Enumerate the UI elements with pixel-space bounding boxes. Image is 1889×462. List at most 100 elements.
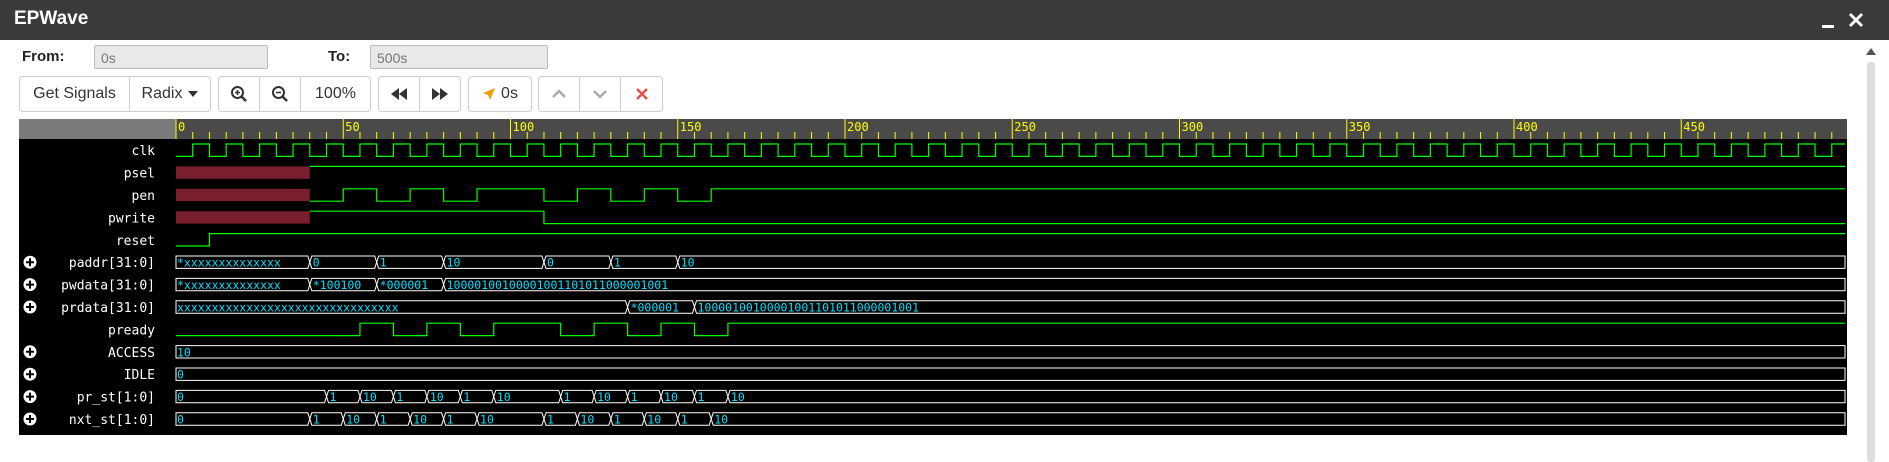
- bus-value: 1: [380, 256, 387, 270]
- to-field[interactable]: 500s: [370, 45, 548, 69]
- from-field[interactable]: 0s: [94, 45, 268, 69]
- signal-name: psel: [124, 167, 155, 182]
- get-signals-button[interactable]: Get Signals: [19, 76, 130, 112]
- scroll-up-icon[interactable]: [1866, 48, 1876, 55]
- bus-segment: [175, 389, 328, 404]
- bus-value: 10: [346, 413, 360, 427]
- signal-name: ACCESS: [108, 346, 155, 361]
- waveform-viewer[interactable]: 0 50 100 150 200 250 300 350 400 450 clk psel pen pwr…: [19, 119, 1847, 435]
- zoom-out-icon: [272, 86, 288, 102]
- expand-signal-icon[interactable]: [23, 367, 37, 381]
- remove-x-icon: [635, 88, 648, 100]
- move-up-button[interactable]: [538, 76, 580, 112]
- ruler-label: 400: [1516, 120, 1538, 134]
- bus-value: *xxxxxxxxxxxxxx: [177, 278, 281, 292]
- bus-value: 1: [463, 390, 470, 404]
- bus-value: 1: [547, 413, 554, 427]
- bus-value: 1: [614, 256, 621, 270]
- ruler-label: 200: [847, 120, 869, 134]
- minimize-icon[interactable]: [1816, 8, 1840, 32]
- bus-value: 10: [430, 390, 444, 404]
- bus-segment: [175, 345, 1846, 359]
- vertical-scrollbar[interactable]: [1866, 42, 1876, 462]
- bus-segment: [376, 255, 445, 269]
- bus-value: 10: [731, 390, 745, 404]
- expand-signal-icon[interactable]: [23, 345, 37, 359]
- bus-value: *xxxxxxxxxxxxxx: [177, 256, 281, 270]
- clk-waveform: [176, 143, 1845, 157]
- cursor-time-button[interactable]: 0s: [468, 76, 532, 112]
- fast-forward-icon: [432, 88, 448, 100]
- pwrite-waveform: [309, 210, 1845, 225]
- bus-value: 10: [177, 345, 191, 359]
- expand-signal-icon[interactable]: [23, 412, 37, 426]
- bus-value: 1: [330, 390, 337, 404]
- ruler-label: 300: [1182, 120, 1204, 134]
- bus-value: *000001: [631, 301, 680, 315]
- bus-value: *100100: [313, 278, 362, 292]
- next-edge-button[interactable]: [419, 76, 461, 112]
- bus-value: 10: [647, 413, 661, 427]
- signal-name: pready: [108, 323, 155, 338]
- signal-name: pr_st[1:0]: [77, 391, 155, 406]
- bus-value: 1: [631, 390, 638, 404]
- close-icon[interactable]: [1844, 8, 1868, 32]
- bus-value: 10000100100001001101011000001001: [447, 278, 669, 292]
- chevron-up-icon: [552, 89, 566, 98]
- bus-value: 0: [177, 368, 184, 382]
- chevron-down-icon: [593, 90, 607, 99]
- bus-value: 0: [177, 413, 184, 427]
- expand-signal-icon[interactable]: [23, 255, 37, 269]
- rewind-icon: [391, 88, 407, 100]
- bus-value: xxxxxxxxxxxxxxxxxxxxxxxxxxxxxxxx: [177, 301, 399, 315]
- zoom-in-button[interactable]: [218, 76, 260, 112]
- pen-waveform: [309, 188, 1845, 202]
- caret-down-icon: [188, 91, 199, 97]
- bus-value: 0: [177, 390, 184, 404]
- bus-segment: [543, 255, 612, 269]
- unknown-value-region: [176, 166, 310, 179]
- previous-edge-button[interactable]: [378, 76, 420, 112]
- bus-value: 1: [313, 413, 320, 427]
- signal-name: prdata[31:0]: [61, 301, 155, 316]
- ruler-label: 100: [513, 120, 535, 134]
- bus-value: 0: [313, 256, 320, 270]
- zoom-level-button[interactable]: 100%: [300, 76, 371, 112]
- ruler-label: 450: [1683, 120, 1705, 134]
- bus-value: 1: [396, 390, 403, 404]
- ruler-label: 350: [1349, 120, 1371, 134]
- bus-value: *000001: [380, 278, 429, 292]
- radix-label: Radix: [141, 85, 183, 102]
- ruler-label: 0: [178, 120, 185, 134]
- to-label: To:: [328, 48, 351, 65]
- waveform-canvas[interactable]: 0 50 100 150 200 250 300 350 400 450clkpselpenpwr…: [19, 119, 1847, 435]
- bus-segment: [610, 255, 679, 269]
- cursor-arrow-icon: [483, 88, 496, 100]
- move-down-button[interactable]: [579, 76, 621, 112]
- from-label: From:: [22, 48, 65, 65]
- bus-value: 1: [697, 390, 704, 404]
- unknown-value-region: [176, 211, 310, 224]
- expand-signal-icon[interactable]: [23, 390, 37, 404]
- signal-name: pwrite: [108, 211, 155, 226]
- title-bar: EPWave: [0, 0, 1889, 40]
- bus-value: 10000100100001001101011000001001: [697, 301, 919, 315]
- signal-name: IDLE: [124, 368, 155, 383]
- bus-value: 10: [664, 390, 678, 404]
- scrollbar-thumb[interactable]: [1867, 62, 1875, 462]
- signal-name: clk: [132, 144, 156, 159]
- expand-signal-icon[interactable]: [23, 278, 37, 292]
- bus-value: 0: [547, 256, 554, 270]
- bus-segment: [175, 412, 311, 426]
- bus-value: 10: [447, 256, 461, 270]
- ruler-label: 250: [1014, 120, 1036, 134]
- ruler-label: 50: [345, 120, 359, 134]
- zoom-out-button[interactable]: [259, 76, 301, 112]
- bus-segment: [175, 367, 1846, 381]
- expand-signal-icon[interactable]: [23, 300, 37, 314]
- radix-button[interactable]: Radix: [129, 76, 211, 112]
- bus-value: 1: [681, 413, 688, 427]
- remove-signal-button[interactable]: [620, 76, 663, 112]
- bus-value: 1: [447, 413, 454, 427]
- bus-value: 1: [614, 413, 621, 427]
